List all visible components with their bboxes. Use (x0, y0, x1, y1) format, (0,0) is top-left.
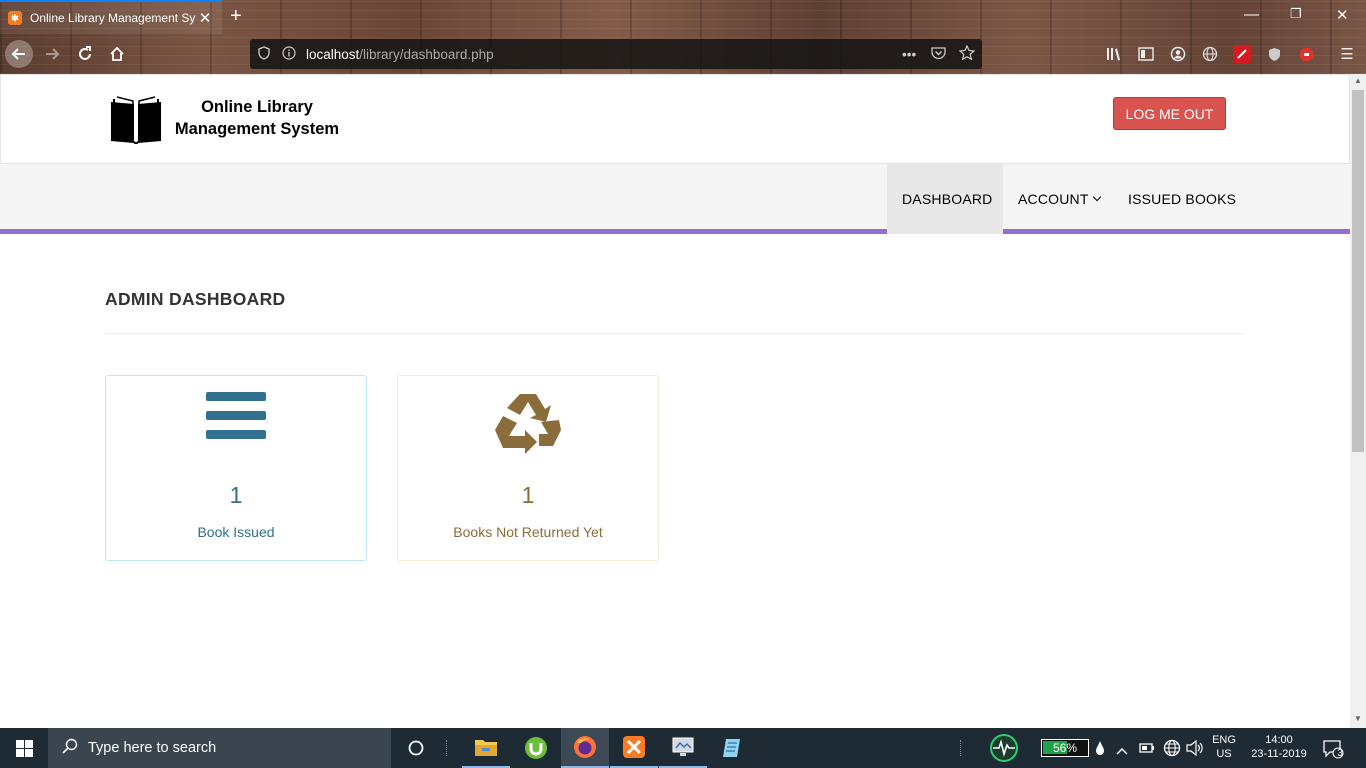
account-icon[interactable] (1169, 45, 1187, 63)
tray-divider (952, 728, 968, 768)
notepad-app-icon[interactable] (708, 728, 756, 768)
language-region: US (1216, 748, 1232, 760)
language-indicator[interactable]: ENG US (1207, 733, 1241, 761)
close-window-icon[interactable]: ✕ (1336, 6, 1349, 24)
logout-button[interactable]: LOG ME OUT (1113, 97, 1226, 130)
site-title: Online Library Management System (171, 96, 343, 140)
volume-icon[interactable] (1186, 739, 1204, 761)
utorrent-icon[interactable] (512, 728, 560, 768)
url-text[interactable]: localhost/library/dashboard.php (306, 47, 494, 62)
scroll-thumb[interactable] (1352, 90, 1364, 452)
restore-icon[interactable]: ❐ (1290, 6, 1302, 22)
adblock-icon[interactable] (1297, 45, 1315, 63)
taskbar-search-box[interactable]: Type here to search (48, 728, 391, 768)
windows-start-icon[interactable] (0, 728, 48, 768)
clock-time: 14:00 (1265, 734, 1293, 746)
books-not-returned-label: Books Not Returned Yet (453, 524, 603, 540)
book-issued-label: Book Issued (197, 524, 275, 540)
menu-item-label: ISSUED BOOKS (1128, 191, 1237, 207)
minimize-icon[interactable]: — (1244, 6, 1259, 23)
site-title-line1: Online Library (201, 98, 313, 116)
book-logo-icon (109, 96, 163, 149)
notification-count: 3 (1337, 748, 1343, 759)
page-actions-icon[interactable]: ••• (902, 47, 916, 62)
menu-item-label: DASHBOARD (902, 191, 993, 207)
network-globe-icon[interactable] (1163, 739, 1181, 762)
sidebar-icon[interactable] (1137, 45, 1155, 63)
red-extension-icon[interactable] (1233, 45, 1251, 63)
main-menu: DASHBOARD ACCOUNT ISSUED BOOKS (0, 164, 1350, 234)
scroll-down-icon[interactable]: ▼ (1350, 712, 1366, 726)
chevron-down-icon (1092, 192, 1101, 202)
browser-tab[interactable]: ✱ Online Library Management Sy ✕ (0, 0, 222, 34)
scroll-up-icon[interactable]: ▲ (1350, 74, 1366, 88)
url-bar[interactable]: localhost/library/dashboard.php ••• (250, 39, 982, 69)
battery-indicator[interactable]: 56% (1041, 739, 1089, 757)
power-plug-icon[interactable] (1139, 740, 1155, 761)
file-explorer-icon[interactable] (462, 728, 510, 768)
browser-navbar: localhost/library/dashboard.php ••• ☰ (0, 34, 1366, 74)
site-header: Online Library Management System LOG ME … (0, 74, 1350, 164)
clock-date: 23-11-2019 (1251, 748, 1307, 760)
tab-title: Online Library Management Sy (30, 11, 196, 25)
chevron-up-icon[interactable] (1116, 742, 1128, 760)
site-info-icon[interactable] (282, 45, 296, 63)
bookmark-star-icon[interactable] (958, 44, 976, 63)
bars-icon (106, 390, 366, 442)
shield-extension-icon[interactable] (1265, 45, 1283, 63)
cortana-icon[interactable] (392, 728, 440, 768)
site-title-line2: Management System (174, 120, 340, 138)
xampp-icon[interactable] (610, 728, 658, 768)
page-scrollbar[interactable]: ▲ ▼ (1350, 74, 1366, 728)
new-tab-icon[interactable]: + (230, 5, 242, 28)
globe-extension-icon[interactable] (1201, 45, 1219, 63)
recycle-icon (398, 390, 658, 458)
clock[interactable]: 14:00 23-11-2019 (1244, 733, 1314, 761)
droplet-icon[interactable] (1095, 740, 1105, 761)
pocket-icon[interactable] (931, 46, 946, 63)
book-issued-card: 1 Book Issued (105, 375, 367, 561)
menu-item-account[interactable]: ACCOUNT (1003, 164, 1115, 234)
library-icon[interactable] (1105, 45, 1123, 63)
activity-monitor-icon[interactable] (980, 728, 1028, 768)
xampp-favicon-icon: ✱ (8, 11, 22, 25)
books-not-returned-card: 1 Books Not Returned Yet (397, 375, 659, 561)
firefox-icon[interactable] (561, 728, 609, 768)
page-viewport: Online Library Management System LOG ME … (0, 74, 1350, 728)
page-title: ADMIN DASHBOARD (105, 289, 286, 309)
menu-item-label: ACCOUNT (1018, 191, 1089, 207)
language-code: ENG (1212, 734, 1236, 746)
search-icon (62, 738, 78, 758)
task-view-divider (438, 728, 454, 768)
books-not-returned-count: 1 (521, 482, 535, 508)
forward-icon[interactable] (38, 40, 66, 68)
title-divider (105, 333, 1245, 334)
book-issued-count: 1 (229, 482, 243, 508)
menu-item-issued-books[interactable]: ISSUED BOOKS (1113, 164, 1251, 234)
hamburger-menu-icon[interactable]: ☰ (1338, 45, 1356, 63)
browser-chrome: ✱ Online Library Management Sy ✕ + — ❐ ✕… (0, 0, 1366, 74)
windows-taskbar: Type here to search 56% ENG US 14:00 23-… (0, 728, 1366, 768)
tracking-shield-icon[interactable] (258, 45, 272, 63)
back-icon[interactable] (5, 40, 33, 68)
battery-percent: 56% (1052, 741, 1078, 755)
menu-item-dashboard[interactable]: DASHBOARD (887, 164, 1003, 234)
reload-icon[interactable] (71, 40, 99, 68)
monitor-app-icon[interactable] (659, 728, 707, 768)
home-icon[interactable] (103, 40, 131, 68)
search-placeholder: Type here to search (88, 740, 217, 756)
tab-close-icon[interactable]: ✕ (196, 9, 214, 27)
